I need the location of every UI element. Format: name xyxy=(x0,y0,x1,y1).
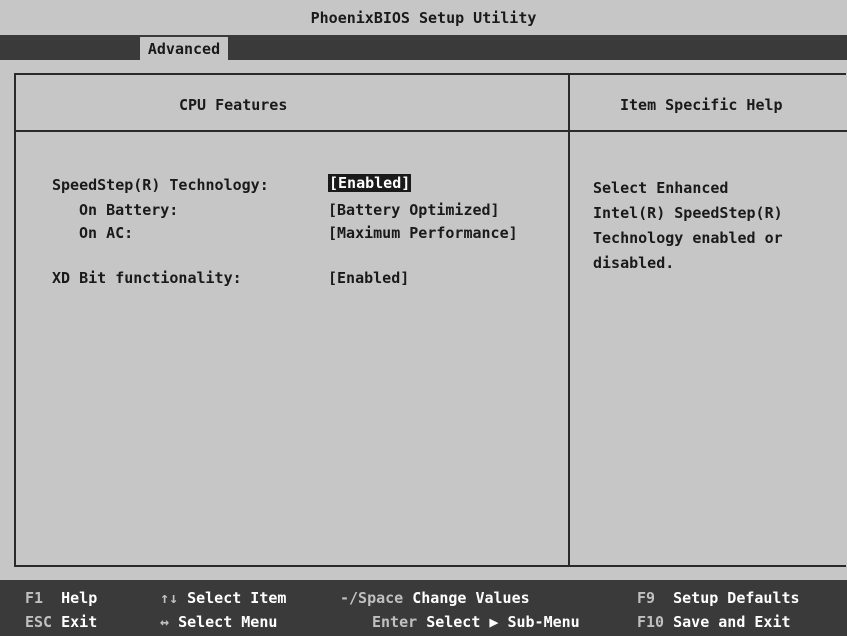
arrow-up-down-icon: ↑↓ xyxy=(160,589,179,607)
bios-title: PhoenixBIOS Setup Utility xyxy=(0,0,847,35)
help-title: Item Specific Help xyxy=(620,96,783,114)
setting-label-on-ac: On AC: xyxy=(79,224,134,242)
desc-exit: Exit xyxy=(61,613,98,631)
key-f9: F9 xyxy=(637,589,656,607)
setting-value-speedstep-text[interactable]: [Enabled] xyxy=(328,174,412,192)
key-space: -/Space xyxy=(340,589,404,607)
main-frame xyxy=(14,73,846,567)
key-esc: ESC xyxy=(25,613,53,631)
help-line: disabled. xyxy=(593,254,675,272)
footer-f9[interactable]: F9 Setup Defaults xyxy=(637,589,800,607)
footer-select-item[interactable]: ↑↓ Select Item xyxy=(160,589,286,607)
key-f1: F1 xyxy=(25,589,44,607)
tab-advanced[interactable]: Advanced xyxy=(140,37,228,60)
desc-sub-menu: Select ▶ Sub-Menu xyxy=(426,613,580,631)
setting-value-on-battery[interactable]: [Battery Optimized] xyxy=(328,201,500,219)
footer-f10[interactable]: F10 Save and Exit xyxy=(637,613,791,631)
setting-label-speedstep: SpeedStep(R) Technology: xyxy=(52,176,269,194)
help-line: Intel(R) SpeedStep(R) xyxy=(593,204,783,222)
footer-f1[interactable]: F1 Help xyxy=(25,589,97,607)
footer-enter[interactable]: Enter Select ▶ Sub-Menu xyxy=(372,613,580,631)
arrow-left-right-icon: ↔ xyxy=(160,613,170,631)
desc-help: Help xyxy=(61,589,98,607)
desc-select-menu: Select Menu xyxy=(178,613,278,631)
header-divider xyxy=(14,130,847,132)
desc-save-exit: Save and Exit xyxy=(673,613,791,631)
setting-label-xd-bit: XD Bit functionality: xyxy=(52,269,242,287)
section-title: CPU Features xyxy=(179,96,288,114)
key-enter: Enter xyxy=(372,613,418,631)
setting-value-on-ac[interactable]: [Maximum Performance] xyxy=(328,224,518,242)
setting-value-speedstep[interactable]: [Enabled] xyxy=(328,174,412,192)
footer-esc[interactable]: ESC Exit xyxy=(25,613,97,631)
help-line: Technology enabled or xyxy=(593,229,783,247)
footer-select-menu[interactable]: ↔ Select Menu xyxy=(160,613,277,631)
footer-change-values[interactable]: -/Space Change Values xyxy=(340,589,530,607)
footer-keybar: F1 Help ↑↓ Select Item -/Space Change Va… xyxy=(0,580,847,636)
setting-label-on-battery: On Battery: xyxy=(79,201,179,219)
menu-bar xyxy=(0,35,847,60)
desc-setup-defaults: Setup Defaults xyxy=(673,589,800,607)
panel-divider xyxy=(568,73,570,567)
key-f10: F10 xyxy=(637,613,665,631)
desc-change-values: Change Values xyxy=(412,589,530,607)
desc-select-item: Select Item xyxy=(187,589,287,607)
setting-value-xd-bit[interactable]: [Enabled] xyxy=(328,269,409,287)
help-line: Select Enhanced xyxy=(593,179,729,197)
